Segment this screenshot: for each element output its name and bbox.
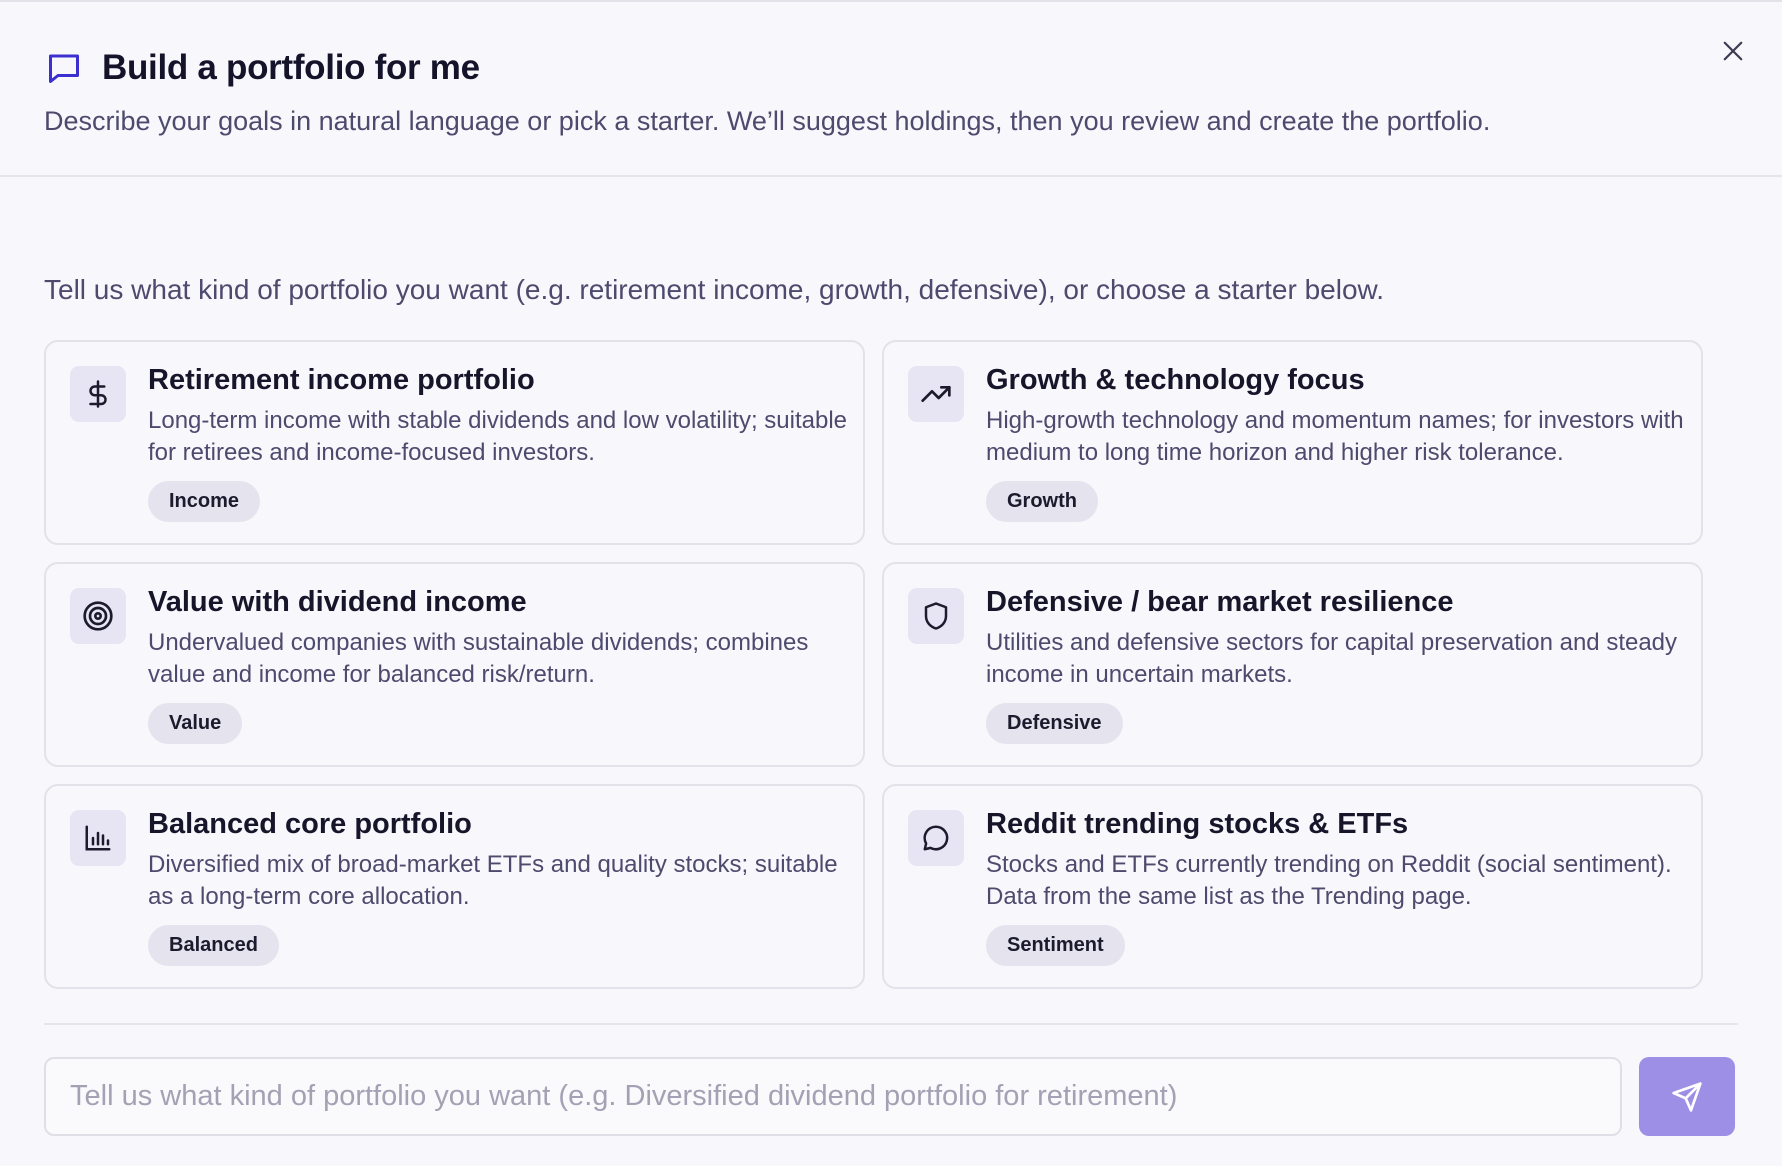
starter-card-tag: Balanced xyxy=(148,925,279,966)
bar-chart-icon xyxy=(70,810,126,866)
starter-card-retirement-income[interactable]: Retirement income portfolio Long-term in… xyxy=(44,340,865,545)
divider xyxy=(44,1023,1738,1025)
dollar-icon xyxy=(70,366,126,422)
intro-text: Tell us what kind of portfolio you want … xyxy=(44,274,1384,305)
starter-card-tag: Growth xyxy=(986,481,1098,522)
starter-card-tag: Sentiment xyxy=(986,925,1125,966)
starter-card-description: High-growth technology and momentum name… xyxy=(986,407,1684,466)
modal-content: Tell us what kind of portfolio you want … xyxy=(0,274,1782,1136)
portfolio-builder-modal: Build a portfolio for me Describe your g… xyxy=(0,0,1782,1166)
title-row: Build a portfolio for me xyxy=(44,48,1738,88)
trending-up-icon xyxy=(908,366,964,422)
starter-card-defensive[interactable]: Defensive / bear market resilience Utili… xyxy=(882,562,1703,767)
starter-card-description: Diversified mix of broad-market ETFs and… xyxy=(148,851,838,910)
starter-card-balanced-core[interactable]: Balanced core portfolio Diversified mix … xyxy=(44,784,865,989)
target-icon xyxy=(70,588,126,644)
starter-grid: Retirement income portfolio Long-term in… xyxy=(44,340,1738,989)
shield-icon xyxy=(908,588,964,644)
starter-card-title: Growth & technology focus xyxy=(986,364,1365,396)
message-circle-icon xyxy=(908,810,964,866)
starter-card-tag: Value xyxy=(148,703,243,744)
modal-header: Build a portfolio for me Describe your g… xyxy=(0,2,1782,177)
starter-card-title: Value with dividend income xyxy=(148,586,527,618)
starter-card-title: Balanced core portfolio xyxy=(148,808,472,840)
send-icon xyxy=(1672,1081,1702,1112)
starter-card-tag: Income xyxy=(148,481,261,522)
page-subtitle: Describe your goals in natural language … xyxy=(44,106,1491,136)
portfolio-prompt-input[interactable] xyxy=(44,1057,1622,1136)
starter-card-title: Retirement income portfolio xyxy=(148,364,535,396)
starter-card-description: Stocks and ETFs currently trending on Re… xyxy=(986,851,1672,910)
send-button[interactable] xyxy=(1639,1057,1735,1136)
composer-row xyxy=(44,1057,1738,1136)
close-button[interactable] xyxy=(1718,36,1748,66)
starter-card-title: Reddit trending stocks & ETFs xyxy=(986,808,1409,840)
starter-card-title: Defensive / bear market resilience xyxy=(986,586,1454,618)
starter-card-growth-technology[interactable]: Growth & technology focus High-growth te… xyxy=(882,340,1703,545)
starter-card-value-dividend[interactable]: Value with dividend income Undervalued c… xyxy=(44,562,865,767)
page-title: Build a portfolio for me xyxy=(102,48,480,87)
starter-card-description: Utilities and defensive sectors for capi… xyxy=(986,629,1678,688)
close-icon xyxy=(1723,41,1743,61)
starter-card-description: Undervalued companies with sustainable d… xyxy=(148,629,809,688)
message-square-icon xyxy=(44,48,84,88)
starter-card-reddit-trending[interactable]: Reddit trending stocks & ETFs Stocks and… xyxy=(882,784,1703,989)
starter-card-tag: Defensive xyxy=(986,703,1123,744)
starter-card-description: Long-term income with stable dividends a… xyxy=(148,407,848,466)
